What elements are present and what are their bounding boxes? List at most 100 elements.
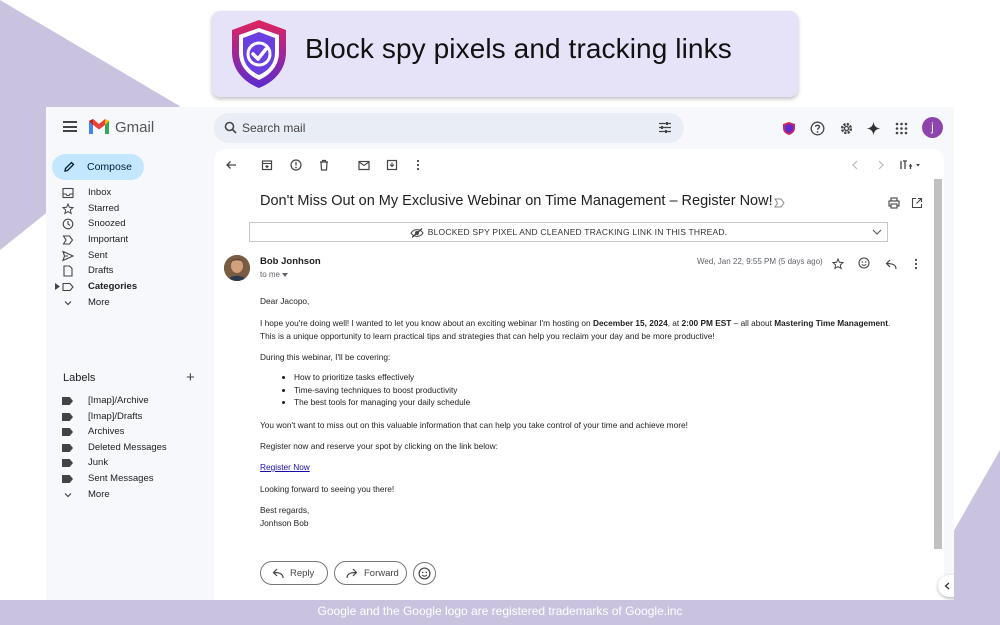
trash-icon[interactable] xyxy=(317,158,331,172)
label-item-imap-drafts[interactable]: [Imap]/Drafts xyxy=(62,410,207,424)
label-outline-icon xyxy=(62,282,74,292)
sidebar-item-more[interactable]: More xyxy=(62,296,207,310)
menu-icon[interactable] xyxy=(63,121,77,132)
gear-icon[interactable] xyxy=(837,119,855,137)
star-icon[interactable] xyxy=(831,257,845,275)
register-now-link[interactable]: Register Now xyxy=(260,461,310,474)
reply-arrow-icon xyxy=(272,568,284,579)
emoji-react-button[interactable] xyxy=(413,562,436,585)
email-date: Wed, Jan 22, 9:55 PM (5 days ago) xyxy=(697,257,823,266)
open-new-window-icon[interactable] xyxy=(911,196,923,214)
label-tag-icon xyxy=(62,473,74,485)
email-subject: Don't Miss Out on My Exclusive Webinar o… xyxy=(260,193,773,209)
email-paragraph-5: Looking forward to seeing you there! xyxy=(260,484,395,494)
sidebar-item-important[interactable]: Important xyxy=(62,233,207,247)
pencil-icon xyxy=(64,161,75,172)
top-bar: Gmail j xyxy=(46,107,954,149)
account-avatar[interactable]: j xyxy=(922,117,943,138)
label-important-icon[interactable] xyxy=(774,198,786,208)
sender-name[interactable]: Bob Jonhson xyxy=(260,256,321,267)
label-item-archives[interactable]: Archives xyxy=(62,425,207,439)
sidebar-item-sent[interactable]: Sent xyxy=(62,249,207,263)
search-bar[interactable] xyxy=(214,113,684,143)
labels-heading: Labels xyxy=(63,372,96,384)
chevron-right-icon[interactable] xyxy=(874,158,888,172)
add-label-icon[interactable]: + xyxy=(186,369,195,386)
reply-arrow-icon[interactable] xyxy=(885,257,897,275)
labels-more[interactable]: More xyxy=(62,488,207,502)
list-item: Time-saving techniques to boost producti… xyxy=(294,384,470,397)
email-paragraph-2: During this webinar, I'll be covering: xyxy=(260,352,391,362)
email-paragraph-4: Register now and reserve your spot by cl… xyxy=(260,441,498,451)
gemini-sparkle-icon[interactable] xyxy=(864,119,882,137)
blocked-tracking-notice: BLOCKED SPY PIXEL AND CLEANED TRACKING L… xyxy=(249,222,888,242)
chevron-down-icon[interactable] xyxy=(871,226,883,238)
extension-shield-icon[interactable] xyxy=(780,119,798,137)
help-icon[interactable] xyxy=(808,119,826,137)
search-icon[interactable] xyxy=(224,121,237,134)
chevron-left-icon[interactable] xyxy=(848,158,862,172)
label-item-junk[interactable]: Junk xyxy=(62,456,207,470)
report-spam-icon[interactable] xyxy=(289,158,303,172)
email-paragraph-3: You won't want to miss out on this valua… xyxy=(260,420,688,430)
sidebar-item-snoozed[interactable]: Snoozed xyxy=(62,217,207,231)
gmail-logo-icon xyxy=(89,119,109,134)
emoji-react-icon[interactable] xyxy=(858,256,870,274)
collapse-side-panel-button[interactable] xyxy=(938,575,954,597)
scrollbar[interactable] xyxy=(934,179,942,549)
label-tag-icon xyxy=(62,426,74,438)
label-item-sent-messages[interactable]: Sent Messages xyxy=(62,472,207,486)
sidebar-item-inbox[interactable]: Inbox xyxy=(62,186,207,200)
more-vert-icon[interactable] xyxy=(914,257,918,275)
shield-check-icon xyxy=(232,20,286,88)
inbox-icon xyxy=(62,187,74,199)
label-tag-icon xyxy=(62,442,74,454)
mark-unread-icon[interactable] xyxy=(357,158,371,172)
caret-down-icon xyxy=(282,273,289,277)
print-icon[interactable] xyxy=(888,196,900,214)
sidebar-item-drafts[interactable]: Drafts xyxy=(62,264,207,278)
list-item: The best tools for managing your daily s… xyxy=(294,396,470,409)
label-item-deleted-messages[interactable]: Deleted Messages xyxy=(62,441,207,455)
more-vert-icon[interactable] xyxy=(411,158,425,172)
reply-button[interactable]: Reply xyxy=(260,561,328,585)
sender-avatar[interactable] xyxy=(224,255,250,281)
send-icon xyxy=(62,250,74,262)
label-tag-icon xyxy=(62,411,74,423)
apps-grid-icon[interactable] xyxy=(892,119,910,137)
archive-icon[interactable] xyxy=(260,158,274,172)
gmail-window: Gmail j Compose Inbox xyxy=(46,107,954,600)
draft-file-icon xyxy=(63,265,73,277)
forward-arrow-icon xyxy=(346,568,358,579)
input-tools-icon[interactable] xyxy=(899,158,923,172)
list-item: How to prioritize tasks effectively xyxy=(294,371,470,384)
compose-label: Compose xyxy=(87,161,132,173)
promo-banner: Block spy pixels and tracking links xyxy=(212,11,798,97)
email-signature: Jonhson Bob xyxy=(260,518,309,528)
label-tag-icon xyxy=(62,457,74,469)
caret-right-icon xyxy=(55,283,60,290)
trademark-footer: Google and the Google logo are registere… xyxy=(317,604,683,618)
sidebar: Compose Inbox Starred Snoozed Important … xyxy=(46,149,212,600)
label-item-imap-archive[interactable]: [Imap]/Archive xyxy=(62,394,207,408)
filter-options-icon[interactable] xyxy=(658,121,672,134)
back-arrow-icon[interactable] xyxy=(224,158,238,172)
move-to-icon[interactable] xyxy=(385,158,399,172)
chevron-left-icon xyxy=(944,582,950,590)
email-paragraph-1: I hope you're doing well! I wanted to le… xyxy=(260,318,891,341)
forward-button[interactable]: Forward xyxy=(334,561,407,585)
chevron-down-icon xyxy=(64,301,72,306)
gmail-logo-text: Gmail xyxy=(115,119,155,136)
compose-button[interactable]: Compose xyxy=(52,154,144,180)
sidebar-item-starred[interactable]: Starred xyxy=(62,202,207,216)
email-greeting: Dear Jacopo, xyxy=(260,296,310,306)
recipient-summary[interactable]: to me xyxy=(260,270,289,279)
important-icon xyxy=(62,235,74,245)
email-signoff: Best regards, xyxy=(260,505,310,515)
notice-text: BLOCKED SPY PIXEL AND CLEANED TRACKING L… xyxy=(427,227,728,237)
search-input[interactable] xyxy=(242,120,622,136)
clock-icon xyxy=(62,218,74,230)
star-icon xyxy=(62,203,74,215)
sidebar-item-categories[interactable]: Categories xyxy=(55,280,207,294)
message-view: Don't Miss Out on My Exclusive Webinar o… xyxy=(214,149,944,600)
